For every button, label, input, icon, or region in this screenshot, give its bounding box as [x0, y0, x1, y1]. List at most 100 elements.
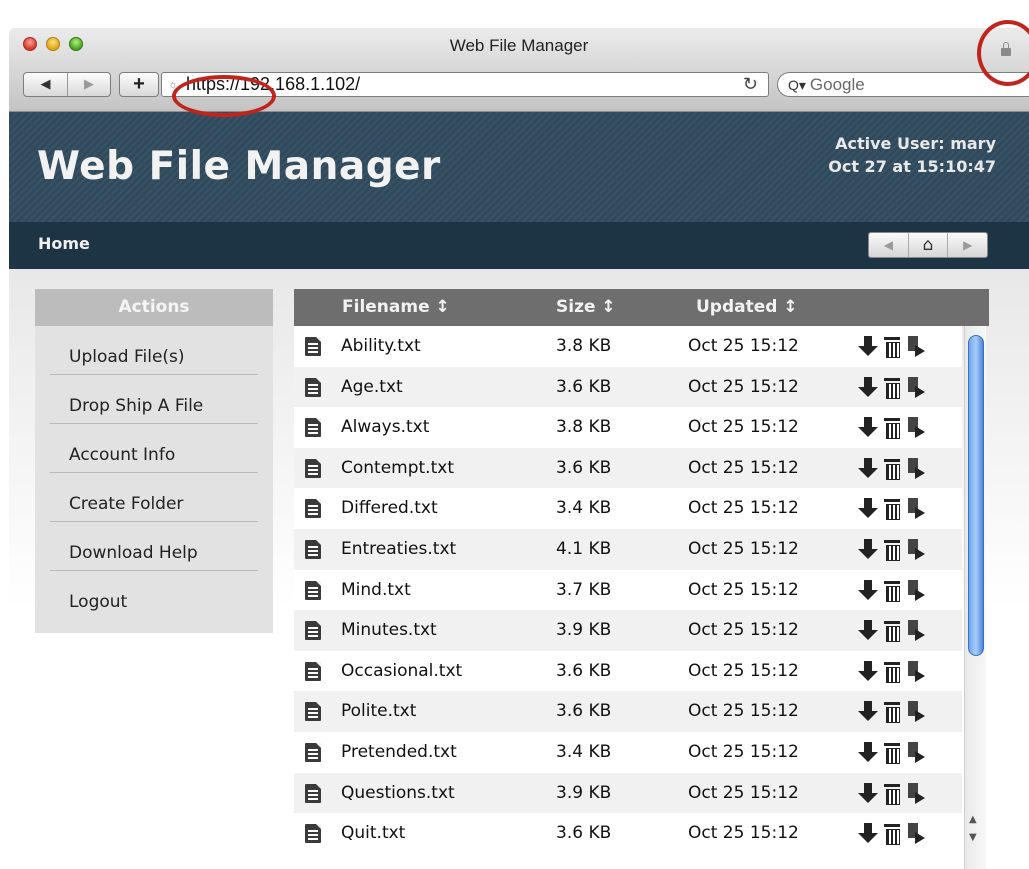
table-row[interactable]: Quit.txt 3.6 KB Oct 25 15:12	[294, 813, 962, 854]
download-icon[interactable]	[858, 376, 878, 398]
download-icon[interactable]	[858, 660, 878, 682]
download-icon[interactable]	[858, 700, 878, 722]
table-row[interactable]: Age.txt 3.6 KB Oct 25 15:12	[294, 366, 962, 408]
actions-sidebar: Actions Upload File(s) Drop Ship A File …	[35, 289, 273, 633]
file-name[interactable]: Differed.txt	[341, 498, 438, 518]
trash-icon[interactable]	[882, 619, 902, 643]
download-icon[interactable]	[858, 538, 878, 560]
file-name[interactable]: Questions.txt	[341, 783, 455, 803]
download-icon[interactable]	[858, 741, 878, 763]
trash-icon[interactable]	[882, 457, 902, 480]
sidebar-item-account-info[interactable]: Account Info	[50, 424, 258, 473]
table-row[interactable]: Ability.txt 3.8 KB Oct 25 15:12	[294, 326, 962, 367]
move-icon[interactable]	[906, 619, 926, 642]
file-name[interactable]: Mind.txt	[341, 580, 411, 600]
download-icon[interactable]	[858, 619, 878, 641]
table-row[interactable]: Minutes.txt 3.9 KB Oct 25 15:12	[294, 610, 962, 651]
table-row[interactable]: Questions.txt 3.9 KB Oct 25 15:12	[294, 772, 962, 814]
search-icon[interactable]: Q▾	[788, 77, 806, 93]
trash-icon[interactable]	[882, 579, 902, 602]
file-size: 3.7 KB	[556, 579, 612, 600]
trash-icon[interactable]	[882, 700, 902, 724]
column-size[interactable]: Size ↕	[556, 297, 616, 317]
file-name[interactable]: Ability.txt	[341, 336, 421, 356]
reload-icon[interactable]: ↻	[743, 73, 758, 96]
url-text[interactable]: https://192.168.1.102/	[186, 73, 360, 96]
trash-icon[interactable]	[882, 416, 902, 440]
download-icon[interactable]	[858, 457, 878, 479]
move-icon[interactable]	[906, 416, 926, 439]
browser-window: Web File Manager ◀ ▶ + ☼ https://192.168…	[9, 28, 1029, 869]
move-icon[interactable]	[906, 782, 926, 804]
table-row[interactable]: Polite.txt 3.6 KB Oct 25 15:12	[294, 691, 962, 732]
file-icon	[305, 621, 321, 641]
move-icon[interactable]	[906, 538, 926, 560]
add-icon[interactable]: +	[119, 72, 159, 97]
column-filename[interactable]: Filename ↕	[342, 297, 450, 317]
download-icon[interactable]	[858, 579, 878, 601]
home-icon[interactable]: ⌂	[907, 233, 949, 257]
search-input[interactable]: Q▾ Google	[777, 72, 1029, 97]
current-datetime: Oct 27 at 15:10:47	[828, 157, 996, 176]
file-name[interactable]: Always.txt	[341, 417, 429, 437]
move-icon[interactable]	[906, 660, 926, 682]
download-icon[interactable]	[858, 782, 878, 804]
scrollbar-thumb[interactable]	[968, 335, 984, 656]
table-row[interactable]: Pretended.txt 3.4 KB Oct 25 15:12	[294, 731, 962, 773]
sidebar-item-drop-ship[interactable]: Drop Ship A File	[50, 375, 258, 424]
column-updated[interactable]: Updated ↕	[696, 297, 798, 317]
trash-icon[interactable]	[882, 497, 902, 521]
prev-icon[interactable]: ◀	[869, 233, 908, 257]
file-name[interactable]: Minutes.txt	[341, 620, 437, 640]
file-name[interactable]: Contempt.txt	[341, 458, 454, 478]
address-bar[interactable]: ☼ https://192.168.1.102/ ↻	[161, 72, 769, 97]
download-icon[interactable]	[858, 497, 878, 519]
table-row[interactable]: Differed.txt 3.4 KB Oct 25 15:12	[294, 488, 962, 529]
move-icon[interactable]	[906, 700, 926, 723]
move-icon[interactable]	[906, 335, 926, 357]
download-icon[interactable]	[858, 416, 878, 438]
download-icon[interactable]	[858, 822, 878, 844]
move-icon[interactable]	[906, 741, 926, 763]
table-row[interactable]: Occasional.txt 3.6 KB Oct 25 15:12	[294, 650, 962, 692]
back-icon[interactable]: ◀	[24, 73, 67, 96]
file-name[interactable]: Pretended.txt	[341, 742, 457, 762]
home-link[interactable]: Home	[38, 234, 90, 253]
sidebar-item-create-folder[interactable]: Create Folder	[50, 473, 258, 522]
forward-icon[interactable]: ▶	[66, 73, 110, 96]
sidebar-item-logout[interactable]: Logout	[50, 571, 258, 620]
move-icon[interactable]	[906, 457, 926, 479]
sidebar-heading: Actions	[35, 289, 273, 326]
trash-icon[interactable]	[882, 822, 902, 846]
scroll-down-icon[interactable]: ▼	[969, 832, 977, 843]
file-name[interactable]: Polite.txt	[341, 701, 416, 721]
table-row[interactable]: Entreaties.txt 4.1 KB Oct 25 15:12	[294, 528, 962, 570]
table-row[interactable]: Contempt.txt 3.6 KB Oct 25 15:12	[294, 447, 962, 489]
next-icon[interactable]: ▶	[948, 233, 987, 257]
trash-icon[interactable]	[882, 538, 902, 561]
vertical-scrollbar[interactable]: ▲ ▼	[964, 326, 986, 869]
file-name[interactable]: Occasional.txt	[341, 661, 462, 681]
move-icon[interactable]	[906, 822, 926, 845]
move-icon[interactable]	[906, 376, 926, 398]
trash-icon[interactable]	[882, 335, 902, 358]
table-row[interactable]: Always.txt 3.8 KB Oct 25 15:12	[294, 407, 962, 448]
file-updated: Oct 25 15:12	[688, 498, 799, 519]
file-name[interactable]: Quit.txt	[341, 823, 405, 843]
move-icon[interactable]	[906, 497, 926, 520]
file-name[interactable]: Age.txt	[341, 377, 403, 397]
trash-icon[interactable]	[882, 376, 902, 399]
window-title: Web File Manager	[449, 36, 589, 55]
download-icon[interactable]	[858, 335, 878, 357]
trash-icon[interactable]	[882, 741, 902, 764]
sidebar-item-download-help[interactable]: Download Help	[50, 522, 258, 571]
scroll-up-icon[interactable]: ▲	[969, 814, 977, 825]
file-updated: Oct 25 15:12	[688, 376, 799, 397]
file-name[interactable]: Entreaties.txt	[341, 539, 456, 559]
row-actions	[858, 335, 926, 358]
sidebar-item-upload[interactable]: Upload File(s)	[50, 326, 258, 375]
trash-icon[interactable]	[882, 660, 902, 683]
move-icon[interactable]	[906, 579, 926, 601]
table-row[interactable]: Mind.txt 3.7 KB Oct 25 15:12	[294, 569, 962, 611]
trash-icon[interactable]	[882, 782, 902, 805]
